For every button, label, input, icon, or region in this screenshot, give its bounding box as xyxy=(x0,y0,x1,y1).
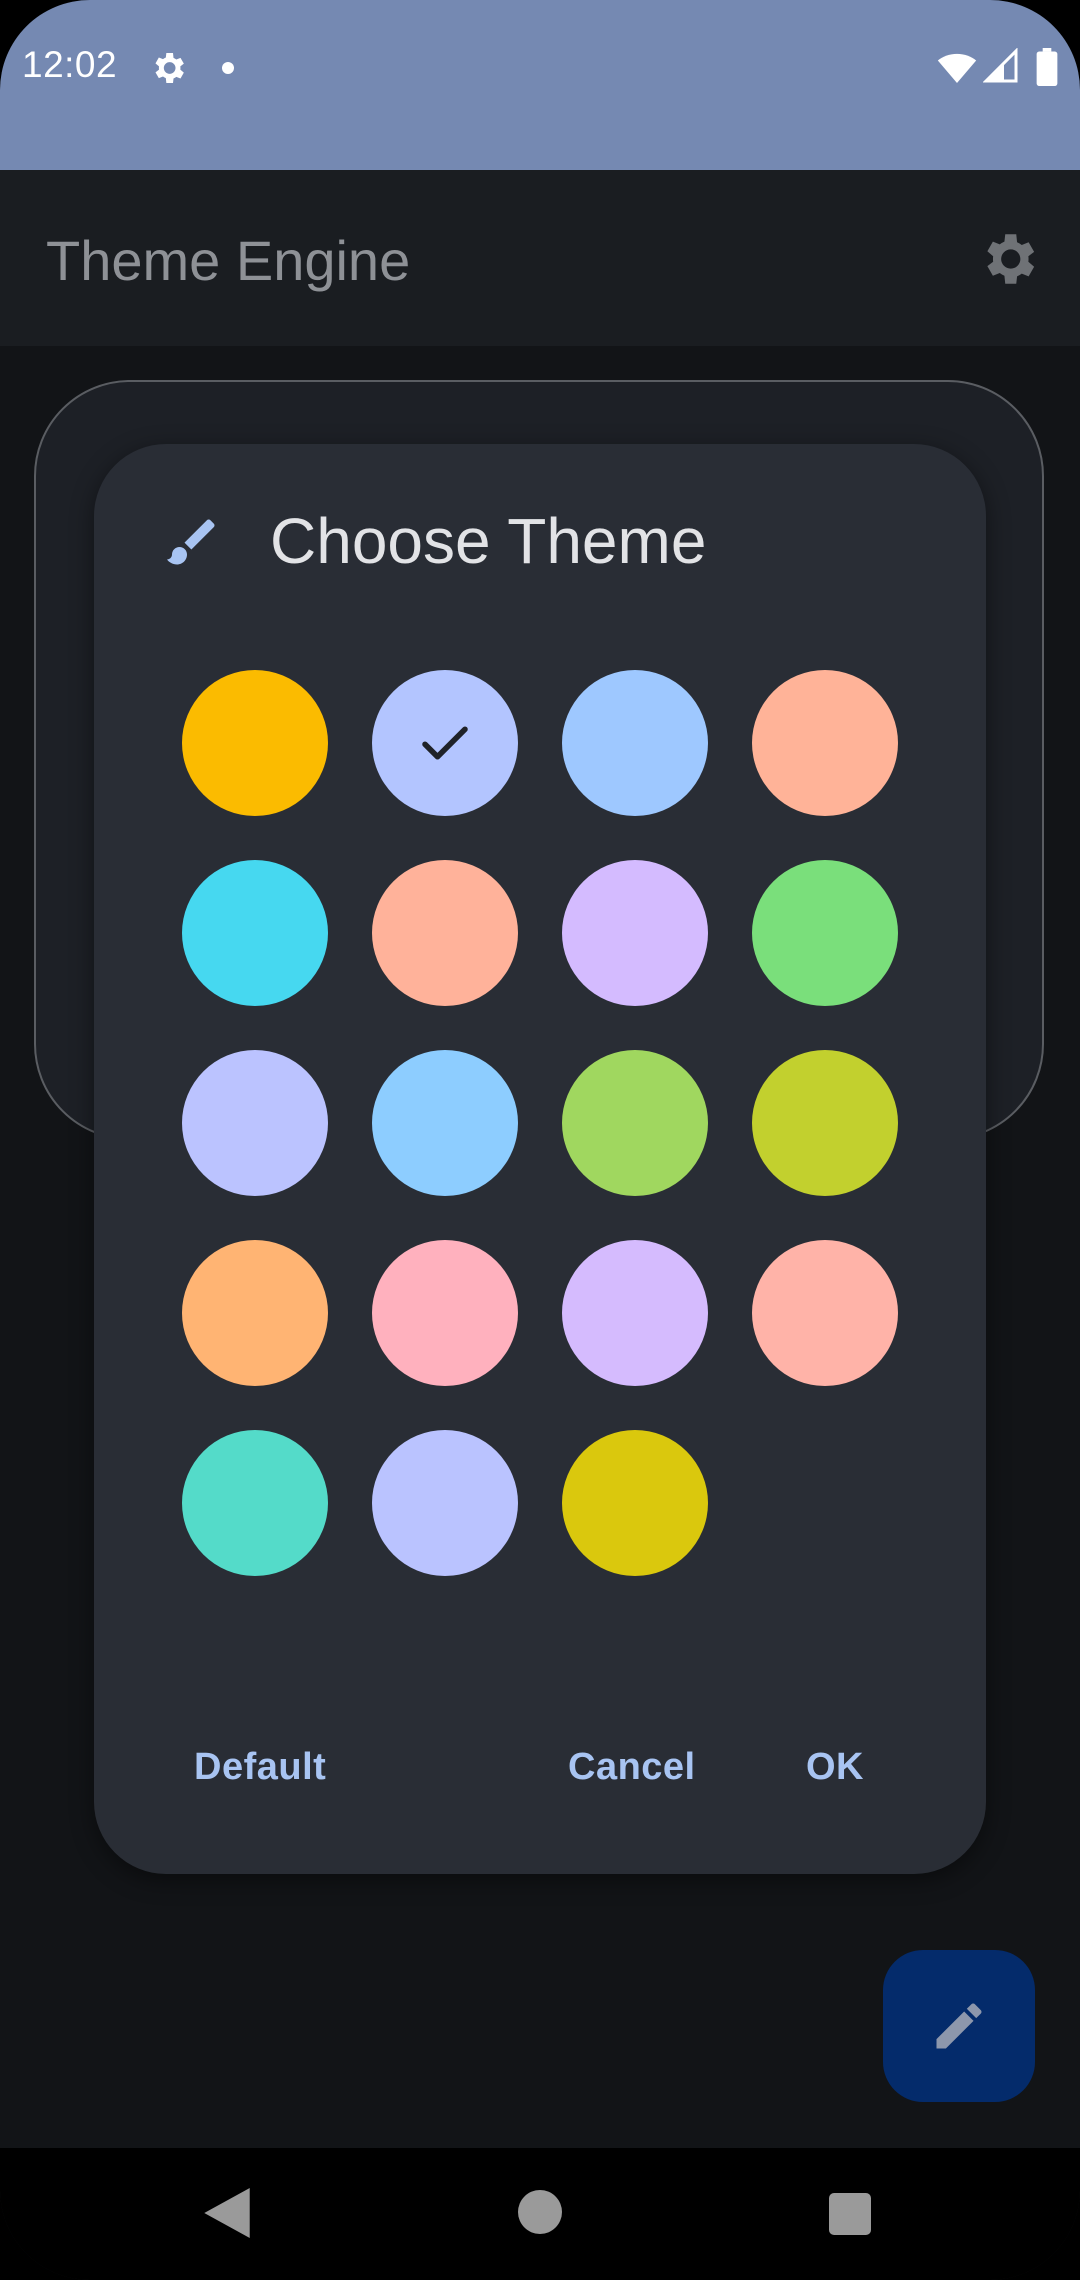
color-swatch[interactable] xyxy=(372,670,518,816)
color-swatch[interactable] xyxy=(372,1240,518,1386)
choose-theme-dialog: Choose Theme Default Cancel OK xyxy=(94,444,986,1874)
color-swatch[interactable] xyxy=(562,860,708,1006)
app-bar: Theme Engine xyxy=(0,170,1080,346)
back-icon[interactable] xyxy=(204,2188,250,2238)
color-swatch[interactable] xyxy=(372,1430,518,1576)
status-time: 12:02 xyxy=(22,44,118,85)
battery-icon xyxy=(1036,48,1058,86)
ok-button[interactable]: OK xyxy=(806,1746,864,1789)
color-swatch[interactable] xyxy=(372,860,518,1006)
screen: 12:02 Theme Engine Choose Theme Default … xyxy=(0,0,1080,2280)
settings-button[interactable] xyxy=(975,226,1041,292)
dialog-title: Choose Theme xyxy=(270,505,707,577)
color-swatch[interactable] xyxy=(752,1240,898,1386)
color-swatch[interactable] xyxy=(182,860,328,1006)
status-bar: 12:02 xyxy=(0,0,1080,170)
recents-icon[interactable] xyxy=(829,2193,871,2235)
app-title: Theme Engine xyxy=(46,229,411,292)
color-swatch[interactable] xyxy=(182,1050,328,1196)
default-button[interactable]: Default xyxy=(194,1746,326,1789)
edit-fab-button[interactable] xyxy=(883,1950,1035,2102)
notification-dot xyxy=(222,62,234,74)
color-swatch[interactable] xyxy=(562,1430,708,1576)
cancel-button[interactable]: Cancel xyxy=(568,1746,696,1789)
wifi-icon xyxy=(937,53,977,83)
color-swatch[interactable] xyxy=(372,1050,518,1196)
color-swatch[interactable] xyxy=(752,670,898,816)
pencil-icon xyxy=(936,2003,982,2049)
check-icon xyxy=(422,726,468,760)
color-swatch[interactable] xyxy=(562,670,708,816)
color-swatch[interactable] xyxy=(562,1050,708,1196)
color-swatch[interactable] xyxy=(182,1430,328,1576)
paintbrush-icon xyxy=(167,519,215,565)
navigation-bar xyxy=(0,2148,1080,2280)
signal-icon xyxy=(983,48,1018,83)
gear-icon xyxy=(155,53,184,83)
color-swatch[interactable] xyxy=(752,1050,898,1196)
color-swatch[interactable] xyxy=(562,1240,708,1386)
home-icon[interactable] xyxy=(518,2190,562,2234)
color-swatch[interactable] xyxy=(182,670,328,816)
color-swatch[interactable] xyxy=(752,860,898,1006)
color-swatch[interactable] xyxy=(182,1240,328,1386)
